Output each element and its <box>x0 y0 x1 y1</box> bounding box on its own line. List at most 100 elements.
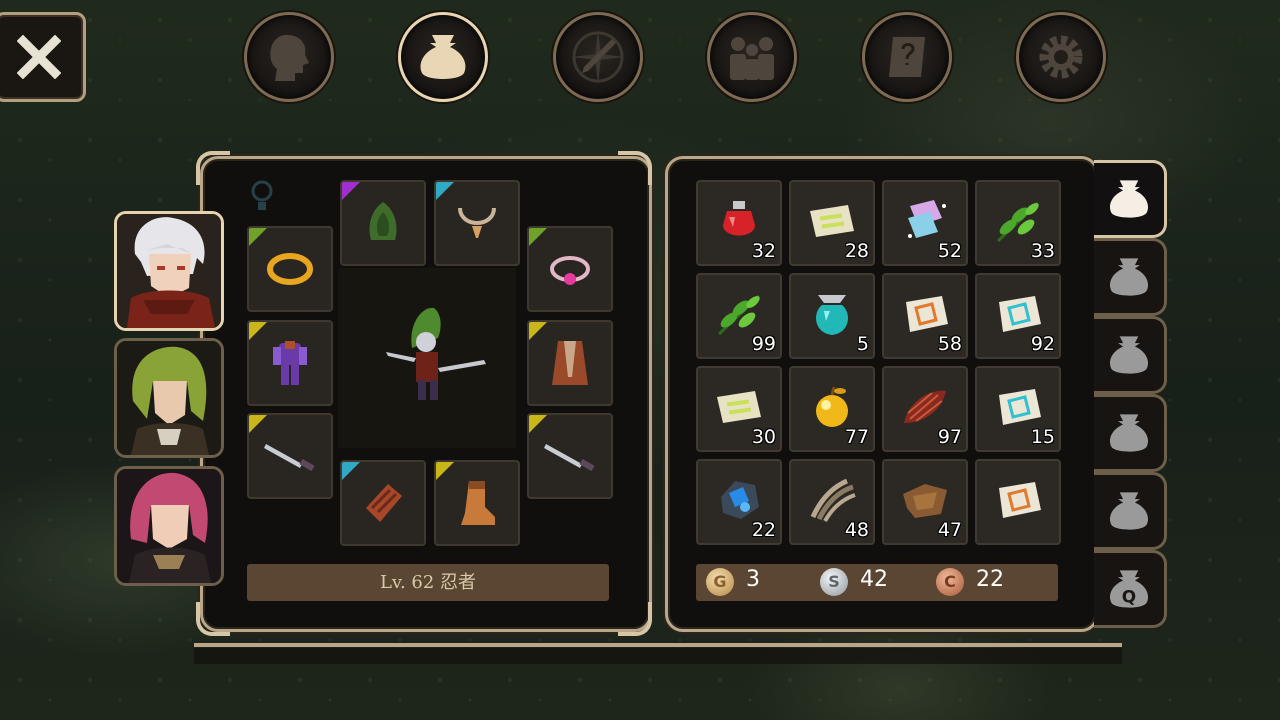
tab-character[interactable] <box>244 12 334 102</box>
inventory-slot[interactable]: 28 <box>789 180 875 266</box>
item-quantity: 92 <box>1030 333 1055 355</box>
item-quantity: 47 <box>937 519 962 541</box>
inventory-slot[interactable]: 33 <box>975 180 1061 266</box>
gold-coin-icon: G <box>706 568 734 596</box>
close-button[interactable] <box>0 12 86 102</box>
inventory-slot[interactable]: 52 <box>882 180 968 266</box>
tab-settings[interactable] <box>1016 12 1106 102</box>
panel-corner <box>196 602 230 636</box>
item-quantity: 28 <box>844 240 869 262</box>
gold-amount: 3 <box>746 567 760 592</box>
green-hood-icon <box>369 202 397 240</box>
inventory-slot[interactable]: 5 <box>789 273 875 359</box>
bag-icon <box>420 35 466 79</box>
bag-icon <box>1109 414 1149 452</box>
silver-amount: 42 <box>860 567 888 592</box>
equip-slot-neck[interactable] <box>434 180 520 266</box>
portrait-pink-haired-ally[interactable] <box>114 466 224 586</box>
bag-tab-quest[interactable]: Q <box>1094 550 1167 628</box>
inventory-slot[interactable]: 32 <box>696 180 782 266</box>
copper-coin-icon: C <box>936 568 964 596</box>
quest-bag-label: Q <box>1122 587 1136 607</box>
group-icon <box>730 37 774 80</box>
rarity-marker <box>342 182 360 200</box>
panel-bottom-rail <box>194 643 1122 647</box>
brown-cloak-icon <box>552 341 588 385</box>
bag-tab-4[interactable] <box>1094 394 1167 472</box>
leather-gauntlet-icon <box>366 484 402 522</box>
gear-icon <box>1039 35 1083 79</box>
lightbulb-icon <box>251 180 273 210</box>
inventory-slot[interactable]: 47 <box>882 459 968 545</box>
silver-coin-icon: S <box>820 568 848 596</box>
equip-slot-body[interactable] <box>247 320 333 406</box>
portrait-green-haired-ally[interactable] <box>114 338 224 458</box>
inventory-slot[interactable] <box>975 459 1061 545</box>
panel-corner <box>196 151 230 185</box>
copper-amount: 22 <box>976 567 1004 592</box>
tab-party[interactable] <box>707 12 797 102</box>
rarity-marker <box>436 462 454 480</box>
equip-slot-ring-right[interactable] <box>527 226 613 312</box>
inventory-slot[interactable]: 48 <box>789 459 875 545</box>
bag-tab-1[interactable] <box>1094 160 1167 238</box>
item-quantity: 30 <box>751 426 776 448</box>
panel-corner <box>618 151 652 185</box>
inventory-slot[interactable]: 58 <box>882 273 968 359</box>
inventory-slot[interactable]: 22 <box>696 459 782 545</box>
dagger-icon <box>544 444 595 472</box>
tab-skills[interactable] <box>553 12 643 102</box>
item-quantity: 15 <box>1030 426 1055 448</box>
inventory-slot[interactable]: 97 <box>882 366 968 452</box>
character-preview <box>338 268 516 448</box>
item-quantity: 48 <box>844 519 869 541</box>
rarity-marker <box>249 415 267 433</box>
rarity-marker <box>529 228 547 246</box>
tab-inventory[interactable] <box>398 12 488 102</box>
bag-icon <box>1109 180 1149 218</box>
item-quantity: 22 <box>751 519 776 541</box>
bag-icon <box>1109 258 1149 296</box>
ally-portrait <box>117 469 221 583</box>
panel-bottom-shadow <box>194 648 1122 664</box>
gold-ring-icon <box>267 253 313 285</box>
scroll-question-icon <box>889 37 925 77</box>
equip-slot-head[interactable] <box>340 180 426 266</box>
item-quantity: 52 <box>937 240 962 262</box>
item-quantity: 77 <box>844 426 869 448</box>
compass-sword-icon <box>570 29 626 85</box>
equip-slot-hands[interactable] <box>340 460 426 546</box>
bag-tab-3[interactable] <box>1094 316 1167 394</box>
inventory-slot[interactable]: 77 <box>789 366 875 452</box>
leather-boot-icon <box>461 481 495 525</box>
bead-necklace-icon <box>458 207 496 238</box>
item-quantity: 5 <box>856 333 869 355</box>
portrait-white-haired-hero[interactable] <box>114 211 224 331</box>
rarity-marker <box>249 228 267 246</box>
hero-portrait <box>117 214 221 328</box>
equip-slot-main-hand[interactable] <box>247 413 333 499</box>
inventory-slot[interactable]: 92 <box>975 273 1061 359</box>
purple-armor-icon <box>273 341 307 385</box>
bag-tab-5[interactable] <box>1094 472 1167 550</box>
head-icon <box>270 35 309 81</box>
equip-slot-feet[interactable] <box>434 460 520 546</box>
inventory-slot[interactable]: 15 <box>975 366 1061 452</box>
bag-icon <box>1109 492 1149 530</box>
panel-corner <box>618 602 652 636</box>
currency-bar: G 3 S 42 C 22 <box>696 564 1058 601</box>
inventory-slot[interactable]: 30 <box>696 366 782 452</box>
equip-slot-cloak[interactable] <box>527 320 613 406</box>
bag-tab-2[interactable] <box>1094 238 1167 316</box>
character-level-label: Lv. 62 忍者 <box>247 564 609 601</box>
dagger-icon <box>264 444 315 472</box>
equip-slot-off-hand[interactable] <box>527 413 613 499</box>
equip-slot-ring-left[interactable] <box>247 226 333 312</box>
rarity-marker <box>529 415 547 433</box>
close-icon <box>17 35 61 79</box>
item-quantity: 33 <box>1030 240 1055 262</box>
inventory-slot[interactable]: 99 <box>696 273 782 359</box>
rarity-marker <box>529 322 547 340</box>
tab-quests[interactable] <box>862 12 952 102</box>
ninja-character-sprite <box>386 307 486 400</box>
